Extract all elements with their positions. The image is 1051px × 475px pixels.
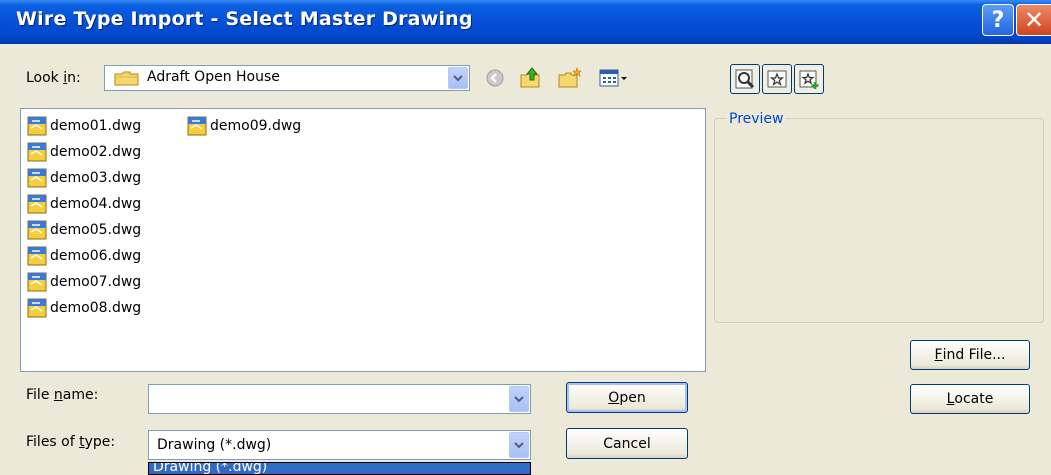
open-button[interactable]: Open	[566, 382, 688, 413]
dwg-file-icon	[187, 116, 207, 136]
file-list[interactable]: demo01.dwg demo02.dwg demo03.dwg demo04.…	[20, 108, 706, 372]
file-name: demo07.dwg	[50, 274, 142, 290]
open-accel: O	[608, 389, 620, 406]
file-name: demo05.dwg	[50, 222, 142, 238]
look-in-combo[interactable]: Adraft Open House	[104, 65, 470, 91]
open-label: pen	[619, 389, 646, 406]
file-name: demo04.dwg	[50, 196, 142, 212]
files-of-type-label: Files of type:	[26, 434, 116, 450]
locate-accel: L	[946, 391, 955, 407]
up-folder-icon[interactable]	[518, 66, 542, 90]
chevron-down-icon[interactable]	[448, 67, 468, 89]
file-name: demo03.dwg	[50, 170, 142, 186]
folder-icon	[114, 71, 139, 86]
locate-label: ocate	[954, 391, 994, 407]
dropdown-option-label: Drawing (*.dwg)	[153, 462, 268, 475]
zoom-preview-icon	[735, 69, 755, 89]
locate-button[interactable]: Locate	[910, 384, 1030, 414]
view-menu-icon[interactable]	[599, 68, 629, 88]
list-item[interactable]: demo07.dwg	[27, 271, 141, 293]
add-favorite-icon	[799, 70, 819, 89]
find-file-label: ind File...	[942, 347, 1006, 363]
file-name: demo06.dwg	[50, 248, 142, 264]
file-dialog-window: Wire Type Import - Select Master Drawing…	[0, 0, 1051, 475]
new-folder-icon[interactable]	[557, 66, 583, 90]
chevron-down-icon[interactable]	[509, 386, 529, 412]
window-title: Wire Type Import - Select Master Drawing	[16, 8, 473, 30]
preview-label: Preview	[727, 111, 786, 127]
list-item[interactable]: demo02.dwg	[27, 141, 141, 163]
dwg-file-icon	[27, 220, 47, 240]
file-name-input[interactable]	[148, 384, 531, 414]
list-item[interactable]: demo08.dwg	[27, 297, 141, 319]
look-in-label: Look in:	[26, 70, 81, 86]
close-button[interactable]: ✕	[1016, 4, 1051, 36]
list-item[interactable]: demo01.dwg	[27, 115, 141, 137]
list-item[interactable]: demo03.dwg	[27, 167, 141, 189]
dwg-file-icon	[27, 194, 47, 214]
file-name: demo01.dwg	[50, 118, 142, 134]
dwg-file-icon	[27, 142, 47, 162]
list-item[interactable]: demo06.dwg	[27, 245, 141, 267]
file-name-label: File name:	[26, 387, 99, 403]
list-item[interactable]: demo05.dwg	[27, 219, 141, 241]
dwg-file-icon	[27, 116, 47, 136]
title-bar[interactable]: Wire Type Import - Select Master Drawing…	[0, 0, 1051, 44]
add-favorite-button[interactable]	[794, 64, 824, 94]
dwg-file-icon	[27, 272, 47, 292]
file-name: demo09.dwg	[210, 118, 302, 134]
find-file-button[interactable]: Find File...	[910, 340, 1030, 370]
dwg-file-icon	[27, 168, 47, 188]
dwg-file-icon	[27, 298, 47, 318]
file-name: demo02.dwg	[50, 144, 142, 160]
favorites-icon	[767, 70, 787, 88]
file-type-dropdown-option[interactable]: Drawing (*.dwg)	[148, 462, 531, 475]
back-icon[interactable]	[485, 68, 505, 88]
files-of-type-value: Drawing (*.dwg)	[157, 437, 272, 453]
list-item[interactable]: demo09.dwg	[187, 115, 301, 137]
preview-panel	[714, 118, 1044, 323]
favorites-button[interactable]	[762, 64, 792, 94]
cancel-button[interactable]: Cancel	[566, 428, 688, 459]
files-of-type-select[interactable]: Drawing (*.dwg)	[148, 430, 531, 460]
file-name: demo08.dwg	[50, 300, 142, 316]
list-item[interactable]: demo04.dwg	[27, 193, 141, 215]
zoom-preview-button[interactable]	[730, 64, 760, 94]
dwg-file-icon	[27, 246, 47, 266]
look-in-value: Adraft Open House	[147, 69, 280, 85]
find-file-accel: F	[934, 347, 943, 363]
chevron-down-icon[interactable]	[509, 432, 529, 458]
help-button[interactable]: ?	[982, 4, 1014, 36]
